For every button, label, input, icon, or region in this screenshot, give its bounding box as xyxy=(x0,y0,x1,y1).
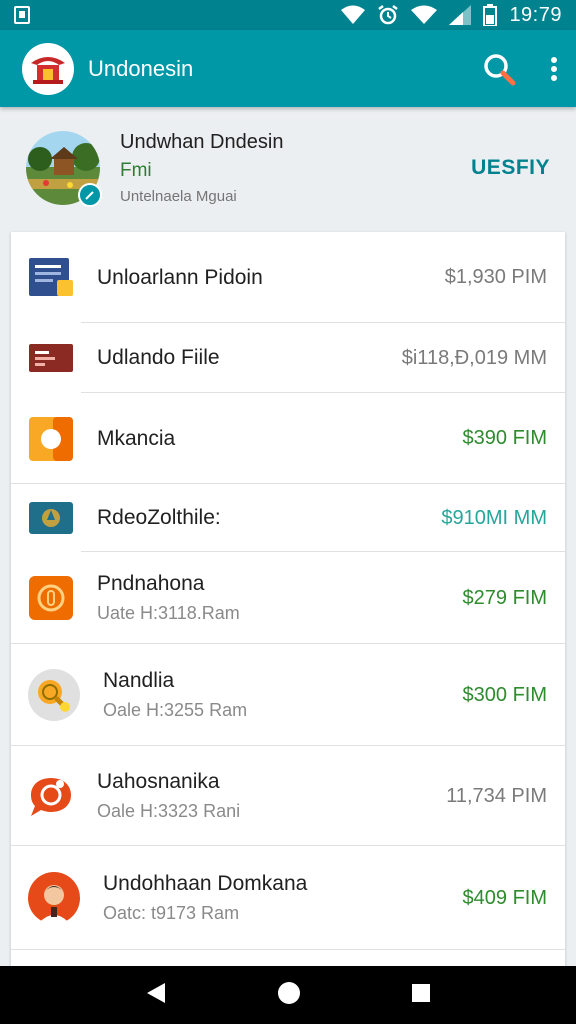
item-title: RdeoZolthile: xyxy=(97,506,221,529)
item-amount: $279 FIM xyxy=(462,586,547,609)
list-item[interactable]: Udlando Fiile $i118,Đ,019 MM xyxy=(11,323,565,393)
overflow-menu-button[interactable] xyxy=(550,56,558,82)
list-item[interactable]: Mkancia $390 FIM xyxy=(11,393,565,484)
media-icon xyxy=(27,415,75,463)
item-title: Nandlia xyxy=(103,669,175,692)
system-nav-bar xyxy=(0,966,576,1024)
sim-card-icon xyxy=(14,6,30,24)
item-subtitle: Oale H:3255 Ram xyxy=(103,700,248,720)
search-icon xyxy=(484,53,516,85)
list-item[interactable]: Uahosnanika Oale H:3323 Rani 11,734 PIM xyxy=(11,746,565,846)
app-bar: Undonesin xyxy=(0,30,576,107)
map-pin-icon xyxy=(27,494,75,542)
more-vert-icon xyxy=(551,56,557,81)
cell-signal-icon xyxy=(449,5,472,25)
person-avatar-icon xyxy=(27,871,81,925)
item-amount: $i118,Đ,019 MM xyxy=(401,346,547,369)
edit-badge-icon[interactable] xyxy=(78,183,102,207)
file-icon xyxy=(27,334,75,382)
item-amount: $1,930 PIM xyxy=(444,266,547,288)
list-item[interactable]: Unloarlann Pidoin $1,930 PIM xyxy=(11,232,565,323)
item-title: Udlando Fiile xyxy=(97,346,220,369)
status-bar: 19:79 xyxy=(0,0,576,30)
item-title: Unloarlann Pidoin xyxy=(97,265,263,289)
item-amount: 11,734 PIM xyxy=(446,784,547,807)
home-button[interactable] xyxy=(277,981,301,1010)
app-logo[interactable] xyxy=(22,42,74,95)
transaction-list: Unloarlann Pidoin $1,930 PIM Udlando Fii… xyxy=(11,232,565,972)
back-button[interactable] xyxy=(145,981,167,1010)
item-title: Undohhaan Domkana xyxy=(103,872,308,895)
recents-button[interactable] xyxy=(411,983,431,1008)
item-amount: $300 FIM xyxy=(462,683,547,706)
app-title: Undonesin xyxy=(88,55,194,81)
list-item[interactable]: RdeoZolthile: $910MI MM xyxy=(11,484,565,552)
profile-avatar[interactable] xyxy=(26,131,102,207)
alarm-icon xyxy=(378,5,399,25)
item-amount: $910MI MM xyxy=(441,506,547,529)
item-subtitle: Oale H:3323 Rani xyxy=(97,801,241,821)
search-button[interactable] xyxy=(482,52,516,86)
recents-icon xyxy=(412,983,430,1002)
profile-subtitle: Fmi xyxy=(120,160,152,181)
verify-button[interactable]: UESFIY xyxy=(471,156,550,180)
back-icon xyxy=(147,982,165,1003)
item-subtitle: Uate H:3118.Ram xyxy=(97,603,240,623)
item-amount: $390 FIM xyxy=(462,427,547,449)
home-icon xyxy=(278,981,300,1004)
profile-name: Undwhan Dndesin xyxy=(120,131,284,153)
search-coin-icon xyxy=(27,668,81,722)
list-item[interactable]: Undohhaan Domkana Oatc: t9173 Ram $409 F… xyxy=(11,846,565,950)
list-item[interactable]: Pndnahona Uate H:3118.Ram $279 FIM xyxy=(11,552,565,644)
wifi-signal-icon xyxy=(411,5,438,24)
item-title: Pndnahona xyxy=(97,572,205,595)
profile-meta: Untelnaela Mguai xyxy=(120,188,237,205)
item-amount: $409 FIM xyxy=(462,886,547,909)
item-title: Uahosnanika xyxy=(97,770,220,793)
battery-icon xyxy=(483,4,498,26)
profile-header: Undwhan Dndesin Fmi Untelnaela Mguai UES… xyxy=(0,107,576,229)
list-item[interactable]: Nandlia Oale H:3255 Ram $300 FIM xyxy=(11,644,565,746)
item-title: Mkancia xyxy=(97,426,176,450)
wifi-icon xyxy=(341,5,366,24)
chat-bubble-icon xyxy=(27,772,75,820)
coin-icon xyxy=(27,574,75,622)
status-time: 19:79 xyxy=(509,3,562,26)
document-icon xyxy=(27,254,75,302)
item-subtitle: Oatc: t9173 Ram xyxy=(103,903,240,923)
house-logo-icon xyxy=(31,56,65,84)
